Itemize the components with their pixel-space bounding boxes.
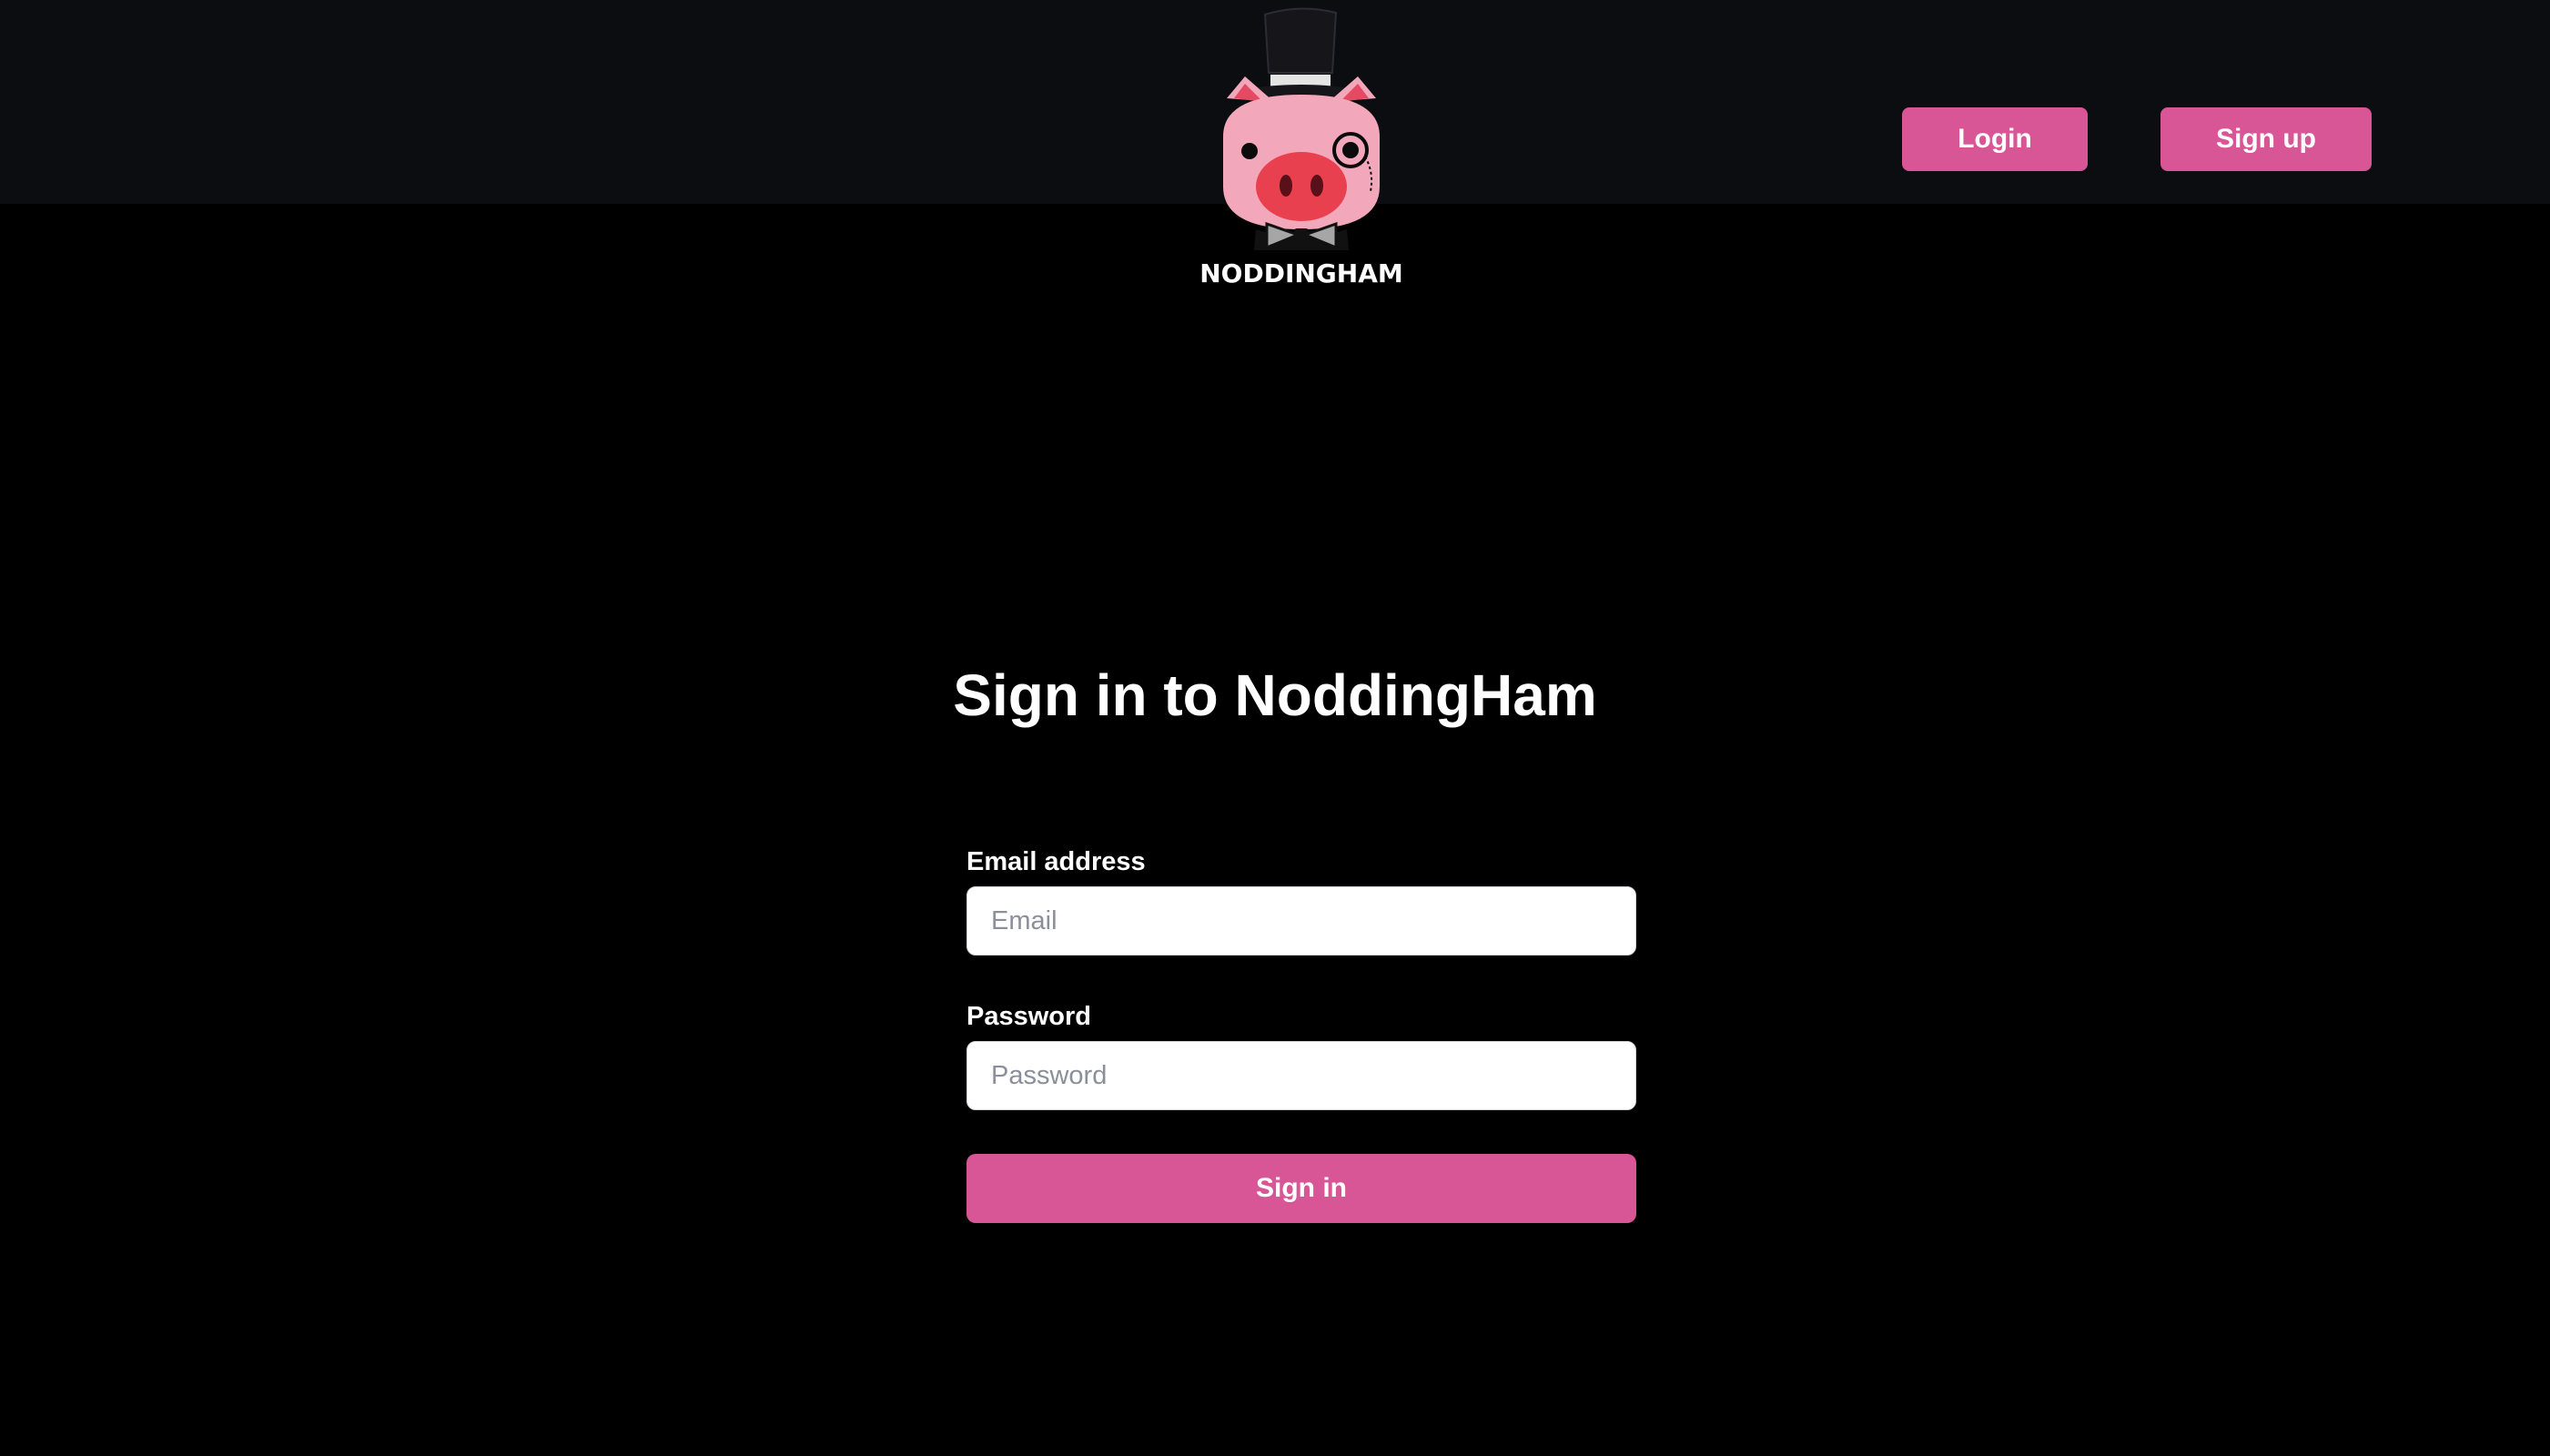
- logo-wordmark: NODDINGHAM: [1199, 258, 1403, 288]
- sign-in-form: Email address Password Sign in: [966, 843, 1636, 1223]
- page-title: Sign in to NoddingHam: [953, 662, 1597, 728]
- password-label: Password: [966, 1002, 1091, 1031]
- signup-button[interactable]: Sign up: [2160, 107, 2372, 171]
- email-input[interactable]: [966, 886, 1636, 956]
- sign-in-page: Login Sign up NODDINGHAM Sign in to Nodd…: [0, 0, 2550, 1456]
- login-button[interactable]: Login: [1902, 107, 2088, 171]
- email-label: Email address: [966, 847, 1146, 876]
- password-input[interactable]: [966, 1041, 1636, 1110]
- password-field-group: Password: [966, 997, 1636, 1110]
- noddingham-logo[interactable]: NODDINGHAM: [1183, 0, 1420, 300]
- sign-in-button[interactable]: Sign in: [966, 1154, 1636, 1223]
- email-field-group: Email address: [966, 843, 1636, 956]
- top-hat-pig-mascot-icon: NODDINGHAM: [1198, 7, 1405, 291]
